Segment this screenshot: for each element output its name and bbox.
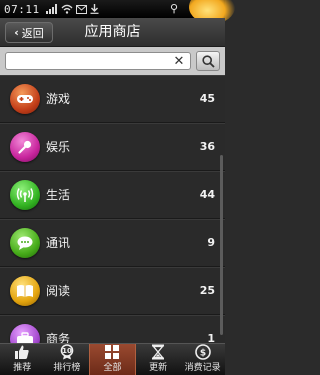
scrollbar[interactable]	[220, 155, 223, 335]
svg-text:$: $	[200, 348, 206, 358]
search-button[interactable]	[196, 51, 220, 71]
tab-label: 推荐	[13, 363, 32, 373]
clear-icon[interactable]: ✕	[172, 54, 186, 69]
dollar-icon: $	[194, 344, 211, 360]
tab-label: 消费记录	[184, 363, 221, 373]
category-count: 44	[199, 188, 215, 201]
status-icons	[45, 4, 99, 14]
mail-icon	[75, 4, 87, 14]
list-item[interactable]: 商务 1	[0, 315, 225, 343]
category-label: 娱乐	[46, 140, 71, 154]
category-count: 1	[207, 332, 215, 343]
category-count: 45	[199, 92, 215, 105]
search-bar: ✕	[0, 47, 225, 75]
back-button[interactable]: ‹ 返回	[5, 22, 53, 43]
thumbs-up-icon	[14, 344, 30, 360]
tab-recommend[interactable]: 推荐	[0, 344, 45, 375]
category-count: 9	[207, 236, 215, 249]
category-count: 36	[199, 140, 215, 153]
back-button-label: 返回	[21, 26, 44, 40]
svg-text:10: 10	[62, 347, 72, 355]
bottom-tab-bar: 推荐 10 排行榜 全部 更新 $ 消费记录	[0, 343, 225, 375]
hourglass-icon	[151, 344, 165, 360]
tab-label: 更新	[149, 363, 168, 373]
gamepad-icon	[10, 84, 40, 114]
status-bar: 07:11 ⚲	[0, 0, 235, 24]
microphone-icon	[10, 132, 40, 162]
status-time: 07:11	[4, 2, 40, 16]
category-label: 生活	[46, 188, 71, 202]
search-icon	[201, 54, 215, 68]
category-label: 阅读	[46, 284, 71, 298]
tab-updates[interactable]: 更新	[136, 344, 181, 375]
category-label: 商务	[46, 332, 71, 343]
cellular-signal-icon	[45, 4, 57, 14]
category-count: 25	[199, 284, 215, 297]
tab-purchase-history[interactable]: $ 消费记录	[180, 344, 225, 375]
list-item[interactable]: 娱乐 36	[0, 123, 225, 171]
list-item[interactable]: 通讯 9	[0, 219, 225, 267]
briefcase-icon	[10, 324, 40, 343]
usb-icon: ⚲	[170, 2, 179, 15]
tab-ranking[interactable]: 10 排行榜	[45, 344, 90, 375]
list-item[interactable]: 游戏 45	[0, 75, 225, 123]
list-item[interactable]: 生活 44	[0, 171, 225, 219]
tab-label: 排行榜	[53, 363, 81, 373]
download-icon	[90, 4, 99, 14]
tab-label: 全部	[103, 363, 122, 373]
signal-icon	[10, 180, 40, 210]
wifi-icon	[61, 4, 73, 14]
ranking-icon: 10	[59, 344, 75, 360]
book-icon	[10, 276, 40, 306]
category-list: 游戏 45 娱乐 36 生活 44 通讯 9 阅读 25 商务 1	[0, 75, 225, 343]
search-input[interactable]	[5, 52, 191, 70]
category-label: 通讯	[46, 236, 71, 250]
tab-all[interactable]: 全部	[89, 344, 136, 375]
chevron-left-icon: ‹	[14, 26, 19, 39]
grid-icon	[104, 344, 120, 360]
title-bar: ‹ 返回 应用商店	[0, 18, 225, 47]
category-label: 游戏	[46, 92, 71, 106]
chat-icon	[10, 228, 40, 258]
list-item[interactable]: 阅读 25	[0, 267, 225, 315]
